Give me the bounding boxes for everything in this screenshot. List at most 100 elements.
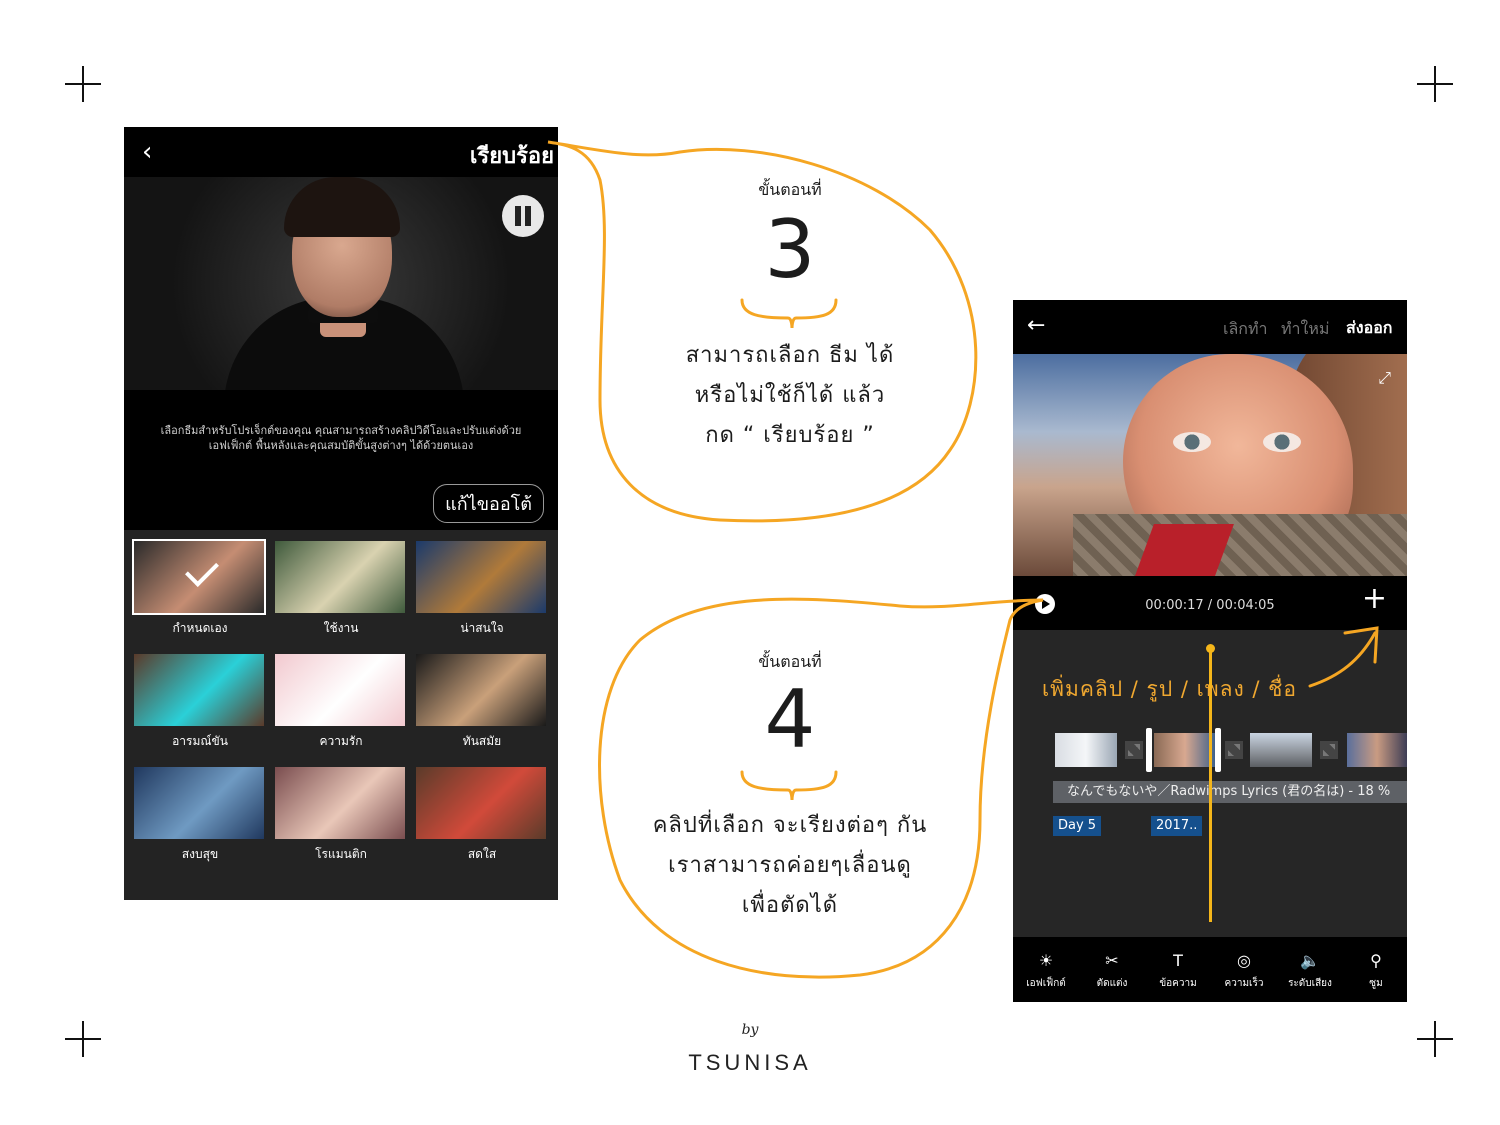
theme-label: สงบสุข [181, 847, 219, 861]
theme-card[interactable]: น่าสนใจ [416, 541, 548, 651]
time-display: 00:00:17 / 00:04:05 [1145, 598, 1275, 613]
fullscreen-icon[interactable]: ⤢ [1378, 368, 1391, 388]
top-bar: ‹ เรียบร้อย [124, 127, 558, 177]
theme-label: ความรัก [319, 734, 363, 748]
theme-label: ใช้งาน [323, 621, 359, 635]
toolbar-label: ข้อความ [1159, 978, 1197, 989]
theme-card[interactable]: กำหนดเอง [132, 539, 266, 651]
theme-thumbnail[interactable] [134, 767, 264, 839]
step3-number: 3 [764, 203, 816, 296]
arrow-left-icon[interactable]: ← [1027, 313, 1045, 338]
video-preview[interactable] [124, 177, 558, 390]
step4-description: คลิปที่เลือก จะเรียงต่อๆ กัน เราสามารถค่… [620, 806, 960, 926]
theme-thumbnail[interactable] [275, 541, 405, 613]
timeline-clip[interactable] [1347, 733, 1407, 767]
theme-card[interactable]: ความรัก [275, 654, 407, 764]
step4-line: เราสามารถค่อยๆเลื่อนดู [668, 853, 912, 878]
editor-top-bar: ← เลิกทำ ทำใหม่ ส่งออก [1013, 300, 1407, 354]
toolbar-label: ตัดแต่ง [1096, 978, 1128, 989]
step4-label: ขั้นตอนที่ [758, 652, 822, 671]
toolbar-label: ระดับเสียง [1288, 978, 1332, 989]
editor-toolbar: ☀ เอฟเฟ็กต์ ✂ ตัดแต่ง T ข้อความ ◎ ความเร็ว 🔈 ระดั… [1013, 937, 1407, 1002]
clip-trim-handle-left[interactable] [1146, 728, 1152, 772]
undo-button[interactable]: เลิกทำ [1223, 317, 1268, 342]
toolbar-item[interactable]: ◎ ความเร็ว [1211, 951, 1277, 991]
step3-line: กด “ เรียบร้อย ” [705, 423, 875, 448]
text-tag[interactable]: 2017.. [1151, 816, 1203, 836]
timeline-clip[interactable] [1154, 733, 1216, 767]
preview-scarf [1073, 514, 1407, 576]
done-button[interactable]: เรียบร้อย [470, 138, 554, 173]
theme-thumbnail[interactable] [275, 767, 405, 839]
theme-thumbnail[interactable] [416, 654, 546, 726]
step3-description: สามารถเลือก ธีม ได้ หรือไม่ใช้ก็ได้ แล้ว… [650, 336, 930, 456]
toolbar-item[interactable]: ⚲ ซูม [1343, 951, 1407, 991]
theme-thumbnail[interactable] [275, 654, 405, 726]
toolbar-label: ซูม [1369, 978, 1383, 989]
theme-selection-screen: ‹ เรียบร้อย เลือกธีมสำหรับโปรเจ็กต์ของคุ… [124, 127, 558, 900]
theme-card[interactable]: โรแมนติก [275, 767, 407, 877]
editor-video-preview[interactable]: ⤢ [1013, 354, 1407, 576]
step4-number: 4 [764, 673, 816, 766]
theme-card[interactable]: อารมณ์ขัน [134, 654, 266, 764]
corner-mark-bottom-right [1417, 1021, 1453, 1057]
music-track[interactable]: なんでもないや／Radwimps Lyrics (君の名は) - 18 % [1053, 781, 1407, 803]
text-icon: T [1173, 951, 1183, 970]
scissors-icon: ✂ [1105, 951, 1119, 970]
add-hint-label: เพิ่มคลิป / รูป / เพลง / ชื่อ [1042, 677, 1298, 701]
theme-thumbnail[interactable] [416, 541, 546, 613]
toolbar-item[interactable]: ✂ ตัดแต่ง [1079, 951, 1145, 991]
toolbar-label: ความเร็ว [1224, 978, 1264, 989]
signature-by: by [741, 1022, 759, 1038]
export-button[interactable]: ส่งออก [1346, 316, 1392, 341]
text-tag[interactable]: Day 5 [1053, 816, 1102, 836]
brace-step3 [740, 298, 838, 329]
toolbar-item[interactable]: T ข้อความ [1145, 951, 1211, 991]
corner-mark-bottom-left [65, 1021, 101, 1057]
effects-icon: ☀ [1038, 951, 1054, 970]
toolbar-item[interactable]: ☀ เอฟเฟ็กต์ [1013, 951, 1079, 991]
theme-card[interactable]: สดใส [416, 767, 548, 877]
theme-label: อารมณ์ขัน [172, 734, 228, 748]
transition-icon[interactable] [1125, 741, 1143, 759]
theme-label: น่าสนใจ [460, 621, 504, 635]
auto-edit-button[interactable]: แก้ไขออโต้ [433, 484, 544, 523]
toolbar-label: เอฟเฟ็กต์ [1026, 978, 1066, 989]
signature-name: TSUNISA [688, 1050, 812, 1075]
add-icon[interactable]: + [1362, 584, 1387, 614]
clip-trim-handle-right[interactable] [1215, 728, 1221, 772]
theme-label: สดใส [467, 847, 497, 861]
theme-label: กำหนดเอง [172, 621, 228, 635]
preview-eye-left [1173, 432, 1211, 452]
timeline-clip[interactable] [1250, 733, 1312, 767]
step3-line: สามารถเลือก ธีม ได้ [685, 343, 895, 368]
step3-label: ขั้นตอนที่ [758, 180, 822, 199]
corner-mark-top-right [1417, 66, 1453, 102]
theme-thumbnail[interactable] [416, 767, 546, 839]
editor-screen: ← เลิกทำ ทำใหม่ ส่งออก ⤢ 00:00:17 / 00:0… [1013, 300, 1407, 1002]
theme-description: เลือกธีมสำหรับโปรเจ็กต์ของคุณ คุณสามารถส… [160, 424, 522, 452]
transition-icon[interactable] [1225, 741, 1243, 759]
playback-bar: 00:00:17 / 00:04:05 + [1013, 576, 1407, 630]
chevron-left-icon[interactable]: ‹ [142, 137, 152, 167]
step4-line: คลิปที่เลือก จะเรียงต่อๆ กัน [652, 813, 928, 838]
step4-line: เพื่อตัดได้ [741, 893, 839, 918]
corner-mark-top-left [65, 66, 101, 102]
pause-icon[interactable] [502, 195, 544, 237]
theme-info-panel: เลือกธีมสำหรับโปรเจ็กต์ของคุณ คุณสามารถส… [124, 390, 558, 530]
preview-person-hair [284, 177, 400, 237]
transition-icon[interactable] [1320, 741, 1338, 759]
theme-label: โรแมนติก [315, 847, 367, 861]
theme-card[interactable]: สงบสุข [134, 767, 266, 877]
theme-label: ทันสมัย [462, 734, 502, 748]
theme-card[interactable]: ทันสมัย [416, 654, 548, 764]
step3-line: หรือไม่ใช้ก็ได้ แล้ว [694, 383, 886, 408]
redo-button[interactable]: ทำใหม่ [1281, 317, 1329, 342]
theme-card[interactable]: ใช้งาน [275, 541, 407, 651]
zoom-icon: ⚲ [1370, 951, 1382, 970]
volume-icon: 🔈 [1300, 951, 1320, 970]
timeline-clip[interactable] [1055, 733, 1117, 767]
brace-step4 [740, 770, 838, 801]
theme-thumbnail[interactable] [134, 654, 264, 726]
toolbar-item[interactable]: 🔈 ระดับเสียง [1277, 951, 1343, 991]
